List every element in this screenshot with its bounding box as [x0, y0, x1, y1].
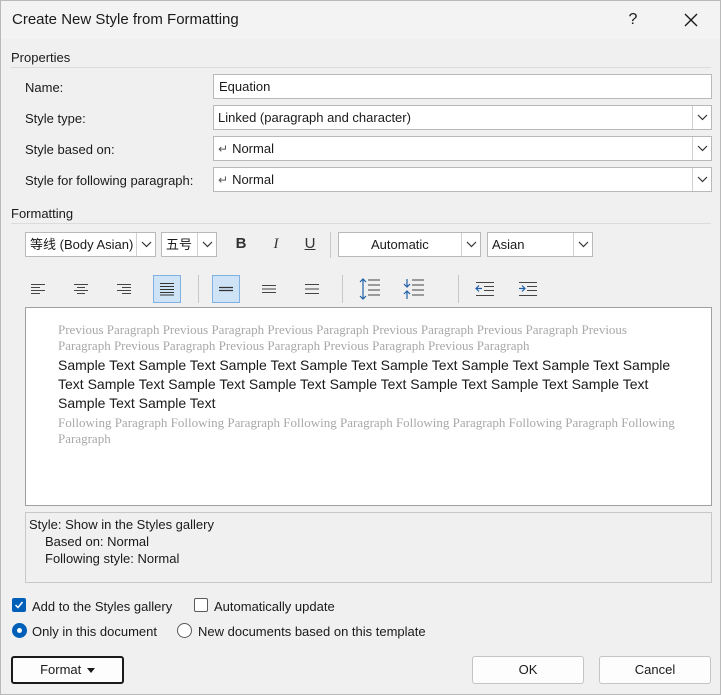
- script-value: Asian: [492, 237, 525, 252]
- italic-button[interactable]: I: [262, 230, 290, 258]
- description-line: Style: Show in the Styles gallery: [29, 517, 214, 532]
- increase-spacing-button[interactable]: [356, 275, 384, 303]
- increase-indent-button[interactable]: [514, 275, 542, 303]
- font-color-value: Automatic: [371, 237, 429, 252]
- checkmark-icon: [14, 601, 24, 609]
- close-button[interactable]: [669, 5, 713, 35]
- font-color-dropdown-arrow[interactable]: [461, 233, 480, 256]
- properties-divider: [11, 67, 711, 68]
- style-type-dropdown-arrow[interactable]: [692, 106, 711, 129]
- one-half-spacing-button[interactable]: [255, 275, 283, 303]
- formatting-divider: [11, 223, 711, 224]
- sample-text: Sample Text Sample Text Sample Text Samp…: [58, 357, 671, 411]
- script-select[interactable]: Asian: [487, 232, 593, 257]
- font-size-dropdown-arrow[interactable]: [197, 233, 216, 256]
- description-line: Following style: Normal: [45, 551, 180, 566]
- format-button-label: Format: [40, 662, 82, 677]
- decrease-spacing-button[interactable]: [400, 275, 428, 303]
- double-spacing-button[interactable]: [298, 275, 326, 303]
- only-this-document-label[interactable]: Only in this document: [32, 624, 157, 639]
- new-documents-label[interactable]: New documents based on this template: [198, 624, 426, 639]
- auto-update-label[interactable]: Automatically update: [214, 599, 335, 614]
- cancel-button[interactable]: Cancel: [599, 656, 711, 684]
- style-preview: Previous Paragraph Previous Paragraph Pr…: [25, 307, 712, 506]
- add-to-gallery-label[interactable]: Add to the Styles gallery: [32, 599, 172, 614]
- increase-paragraph-spacing-icon: [359, 278, 380, 300]
- dialog-title: Create New Style from Formatting: [12, 11, 239, 28]
- previous-paragraph-text: Previous Paragraph Previous Paragraph Pr…: [58, 322, 627, 353]
- style-type-value: Linked (paragraph and character): [218, 110, 411, 125]
- chevron-down-icon: [578, 241, 589, 248]
- align-left-button[interactable]: [24, 275, 52, 303]
- font-select[interactable]: 等线 (Body Asian): [25, 232, 156, 257]
- based-on-dropdown-arrow[interactable]: [692, 137, 711, 160]
- following-value: Normal: [232, 172, 274, 187]
- increase-indent-icon: [519, 282, 537, 296]
- font-value: 等线 (Body Asian): [30, 237, 134, 252]
- following-paragraph-text: Following Paragraph Following Paragraph …: [58, 415, 675, 446]
- chevron-down-icon: [697, 145, 708, 152]
- script-dropdown-arrow[interactable]: [573, 233, 592, 256]
- toolbar-separator: [458, 275, 459, 303]
- justify-button[interactable]: [153, 275, 181, 303]
- underline-button[interactable]: U: [296, 230, 324, 258]
- decrease-indent-button[interactable]: [471, 275, 499, 303]
- caret-down-icon: [86, 668, 95, 674]
- paragraph-style-icon: ↵: [218, 173, 229, 187]
- font-size-value: 五号: [166, 237, 193, 252]
- only-this-document-radio[interactable]: [12, 623, 27, 638]
- bold-button[interactable]: B: [227, 230, 255, 258]
- name-label: Name:: [25, 80, 64, 95]
- align-center-button[interactable]: [67, 275, 95, 303]
- align-left-icon: [31, 284, 45, 294]
- chevron-down-icon: [202, 241, 213, 248]
- close-icon: [684, 13, 698, 27]
- align-right-icon: [117, 284, 131, 294]
- following-label: Style for following paragraph:: [25, 173, 194, 188]
- auto-update-checkbox[interactable]: [194, 598, 208, 612]
- double-spacing-icon: [305, 284, 319, 294]
- description-line: Based on: Normal: [45, 534, 150, 549]
- align-center-icon: [74, 284, 88, 294]
- font-color-select[interactable]: Automatic: [338, 232, 481, 257]
- based-on-select[interactable]: ↵ Normal: [213, 136, 712, 161]
- formatting-group-label: Formatting: [11, 206, 74, 221]
- decrease-paragraph-spacing-icon: [403, 279, 424, 299]
- toolbar-separator: [330, 232, 331, 258]
- based-on-value: Normal: [232, 141, 274, 156]
- add-to-gallery-checkbox[interactable]: [12, 598, 26, 612]
- toolbar-separator: [342, 275, 343, 303]
- chevron-down-icon: [466, 241, 477, 248]
- based-on-label: Style based on:: [25, 142, 115, 157]
- properties-group-label: Properties: [11, 50, 71, 65]
- format-button[interactable]: Format: [11, 656, 124, 684]
- help-button[interactable]: ?: [621, 7, 645, 33]
- font-dropdown-arrow[interactable]: [136, 233, 155, 256]
- chevron-down-icon: [697, 176, 708, 183]
- paragraph-style-icon: ↵: [218, 142, 229, 156]
- title-bar: Create New Style from Formatting ?: [1, 1, 720, 39]
- single-spacing-button[interactable]: [212, 275, 240, 303]
- single-spacing-icon: [219, 286, 233, 292]
- style-description: Style: Show in the Styles gallery Based …: [25, 512, 712, 583]
- ok-button[interactable]: OK: [472, 656, 584, 684]
- following-select[interactable]: ↵ Normal: [213, 167, 712, 192]
- align-right-button[interactable]: [110, 275, 138, 303]
- toolbar-separator: [198, 275, 199, 303]
- justify-icon: [160, 283, 174, 296]
- style-type-label: Style type:: [25, 111, 86, 126]
- decrease-indent-icon: [475, 282, 494, 296]
- following-dropdown-arrow[interactable]: [692, 168, 711, 191]
- name-input[interactable]: Equation: [213, 74, 712, 99]
- one-half-spacing-icon: [262, 285, 276, 293]
- font-size-select[interactable]: 五号: [161, 232, 217, 257]
- new-documents-radio[interactable]: [177, 623, 192, 638]
- chevron-down-icon: [141, 241, 152, 248]
- style-type-select[interactable]: Linked (paragraph and character): [213, 105, 712, 130]
- chevron-down-icon: [697, 114, 708, 121]
- create-style-dialog: Create New Style from Formatting ? Prope…: [0, 0, 721, 695]
